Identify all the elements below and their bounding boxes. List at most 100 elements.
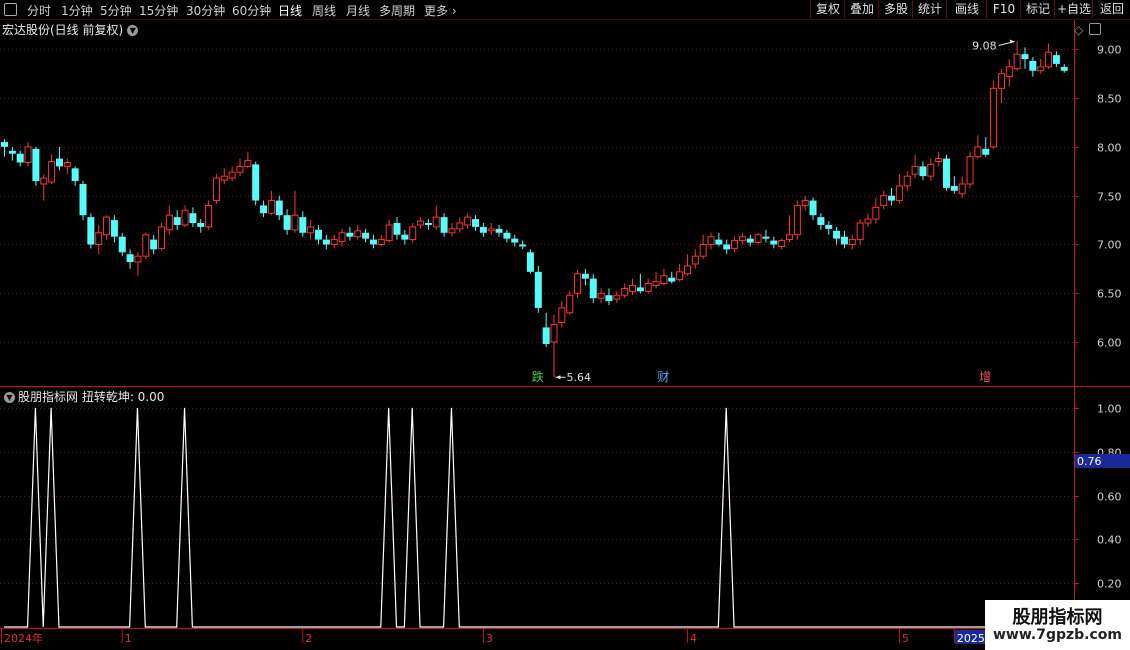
candle-body: [220, 175, 228, 181]
candle: [189, 207, 197, 227]
candle-body: [362, 232, 370, 239]
candle-body: [409, 226, 417, 241]
event-marker: 财: [657, 370, 669, 384]
candle-body: [895, 185, 903, 202]
candle: [652, 271, 660, 289]
candle: [754, 232, 762, 245]
candle: [79, 181, 87, 221]
low-arrow-head: [555, 375, 561, 380]
candle: [472, 215, 479, 231]
candle: [299, 211, 307, 237]
candle-body: [126, 254, 134, 263]
candle-body: [448, 228, 456, 234]
price-tick-label: 6.00: [1097, 337, 1122, 350]
candle: [205, 200, 213, 230]
candle-body: [369, 239, 377, 245]
candle-body: [754, 234, 762, 244]
candle: [55, 146, 63, 171]
candle-body: [377, 239, 385, 245]
candle-body: [833, 230, 841, 239]
candle: [385, 220, 393, 243]
candle: [723, 239, 731, 255]
candle-body: [581, 273, 589, 279]
candle-body: [236, 165, 244, 173]
candle: [103, 215, 111, 240]
date-label: 1: [125, 632, 132, 645]
candle-body: [322, 239, 330, 245]
candle: [24, 142, 32, 167]
candle-body: [683, 265, 691, 275]
panel-toggle-icon[interactable]: [1089, 23, 1101, 35]
candle-body: [205, 204, 213, 228]
candle-body: [762, 236, 770, 239]
price-tick-label: 6.50: [1097, 288, 1122, 301]
candle-body: [786, 234, 793, 241]
watermark-title: 股朋指标网: [1012, 607, 1103, 628]
candle-body: [511, 238, 519, 243]
candle: [903, 171, 911, 191]
price-axis-labels: 9.008.508.007.507.006.506.001.000.800.60…: [1075, 44, 1130, 591]
candle: [872, 197, 880, 224]
candle-body: [87, 217, 95, 245]
candle-body: [1021, 54, 1029, 60]
annotations: 9.08 5.64 跌 财 增: [532, 39, 1015, 384]
candle-body: [472, 219, 479, 227]
candle: [997, 68, 1005, 103]
indicator-title: 股朋指标网 扭转乾坤: 0.00: [18, 390, 165, 404]
candle: [636, 273, 644, 294]
candle: [158, 223, 165, 251]
candle-body: [927, 163, 935, 177]
candle-body: [825, 224, 833, 229]
candle-body: [495, 228, 503, 233]
candle: [71, 166, 79, 186]
candle: [338, 228, 346, 247]
candle-body: [958, 183, 966, 195]
candle: [260, 200, 268, 218]
candle-body: [260, 205, 268, 214]
candle: [330, 234, 338, 249]
candle-body: [63, 161, 71, 167]
candle-body: [330, 239, 338, 245]
candle: [919, 161, 927, 181]
candle: [534, 265, 542, 313]
candle: [1052, 51, 1060, 67]
candle-body: [746, 238, 754, 243]
candle: [817, 213, 825, 230]
candle-body: [267, 200, 275, 214]
candle: [558, 301, 566, 328]
price-tick-label: 9.00: [1097, 44, 1122, 57]
candle-body: [880, 195, 888, 206]
candle-body: [165, 214, 173, 231]
candle-body: [40, 177, 48, 185]
candle-body: [652, 281, 660, 286]
chevron-down-icon[interactable]: ▼: [4, 392, 15, 403]
candle-body: [228, 171, 236, 179]
candle: [613, 291, 621, 304]
candle: [456, 217, 464, 233]
price-tick-label: 7.50: [1097, 191, 1122, 204]
candle-body: [982, 148, 990, 155]
candle: [550, 314, 558, 378]
low-price-label: 5.64: [567, 371, 592, 384]
candle: [63, 158, 71, 175]
candle-body: [487, 228, 495, 232]
diamond-icon[interactable]: ◇: [1074, 23, 1083, 37]
candle-body: [950, 185, 958, 191]
candle-body: [24, 146, 32, 163]
candle: [181, 205, 189, 227]
candle-body: [943, 158, 950, 188]
kline-chart[interactable]: 9.008.508.007.507.006.506.001.000.800.60…: [0, 0, 1130, 650]
candle: [581, 268, 589, 286]
candle-body: [354, 230, 362, 238]
chevron-down-icon[interactable]: ▼: [127, 25, 139, 36]
candle: [848, 234, 856, 250]
candle-body: [574, 273, 582, 294]
candle-body: [668, 277, 676, 282]
candle-body: [16, 153, 24, 163]
candle-body: [103, 216, 111, 236]
candle: [267, 190, 275, 216]
date-label: 2024年: [4, 631, 43, 645]
candle: [464, 213, 472, 229]
candle-body: [1, 142, 8, 147]
candle: [354, 224, 362, 240]
